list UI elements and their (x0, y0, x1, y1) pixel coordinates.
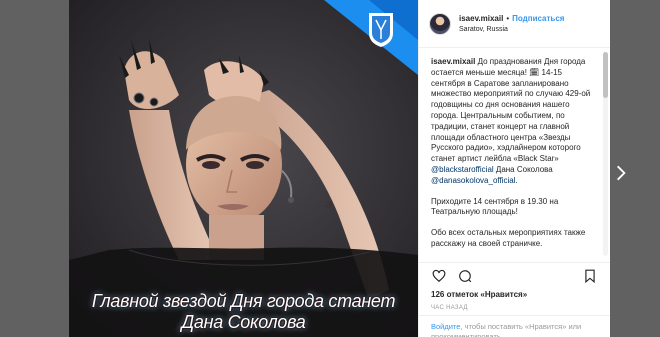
photo-artwork: ℬ (69, 0, 418, 337)
likes-number: 126 отметок (431, 290, 479, 299)
emblem-icon (369, 13, 393, 47)
mention1-after: Дана Соколова (493, 164, 553, 174)
caption-paragraph-3: Обо всех остальных мероприятиях также ра… (431, 228, 586, 248)
action-bar (419, 262, 610, 288)
post-header: isaev.mixail • Подписаться Saratov, Russia (419, 0, 610, 48)
bookmark-icon[interactable] (580, 266, 600, 286)
comment-icon[interactable] (455, 266, 475, 286)
caption-paragraph-1: isaev.mixail До празднования Дня города … (431, 57, 598, 187)
heart-icon[interactable] (429, 266, 449, 286)
likes-suffix: «Нравится» (478, 290, 528, 299)
post-photo[interactable]: ℬ Главной звездой Дня города станет Дана… (69, 0, 418, 337)
avatar[interactable] (429, 12, 451, 35)
caption-area: isaev.mixail До празднования Дня города … (419, 49, 610, 258)
caption-text-1: До празднования Дня города остается мень… (431, 57, 591, 164)
login-link[interactable]: Войдите (431, 322, 460, 331)
caption-username[interactable]: isaev.mixail (431, 57, 475, 66)
likes-count[interactable]: 126 отметок «Нравится» (431, 290, 527, 299)
follow-button[interactable]: Подписаться (512, 14, 564, 23)
post-sidebar: isaev.mixail • Подписаться Saratov, Russia… (418, 0, 610, 337)
header-text: isaev.mixail • Подписаться Saratov, Russia (459, 13, 564, 35)
image-caption: Главной звездой Дня города станет Дана С… (69, 291, 418, 333)
chevron-right-icon[interactable] (612, 163, 630, 183)
caption-paragraph-2: Приходите 14 сентября в 19.30 на Театрал… (431, 196, 559, 217)
header-username[interactable]: isaev.mixail (459, 14, 503, 23)
image-caption-line2: Дана Соколова (181, 312, 306, 332)
header-separator: • (506, 13, 510, 23)
login-prompt: Войдите, чтобы поставить «Нравится» или … (419, 315, 610, 337)
mention2-after: . (515, 175, 518, 185)
caption-scrollbar[interactable] (603, 52, 608, 256)
scrollbar-thumb[interactable] (603, 52, 608, 98)
image-caption-line1: Главной звездой Дня города станет (91, 291, 396, 311)
post-timestamp[interactable]: ЧАС НАЗАД (431, 305, 468, 311)
location-link[interactable]: Saratov, Russia (459, 24, 564, 35)
mention-danasokolova[interactable]: @danasokolova_official (431, 176, 515, 185)
post-modal: ℬ Главной звездой Дня города станет Дана… (69, 0, 610, 337)
mention-blackstar[interactable]: @blackstarofficial (431, 165, 494, 174)
